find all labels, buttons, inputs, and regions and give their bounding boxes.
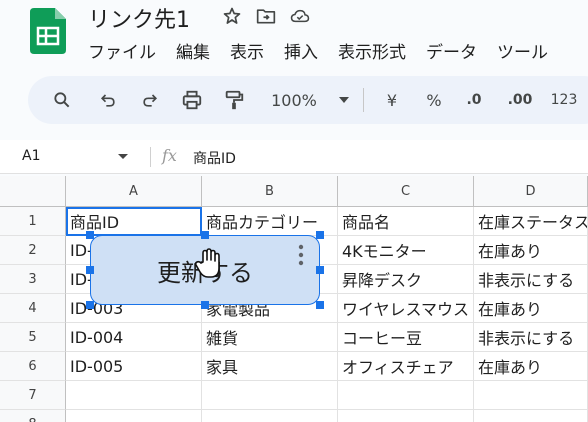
search-menus-icon[interactable]	[48, 76, 76, 124]
cell-a7[interactable]	[66, 381, 202, 410]
select-all-corner[interactable]	[0, 176, 66, 207]
row-header-1[interactable]: 1	[0, 207, 66, 236]
row-header-3[interactable]: 3	[0, 265, 66, 294]
cell-b6[interactable]: 家具	[202, 352, 338, 381]
name-box-dropdown-icon[interactable]	[118, 154, 128, 159]
resize-handle-w[interactable]	[86, 266, 94, 274]
row-header-2[interactable]: 2	[0, 236, 66, 265]
hand-cursor-icon	[194, 248, 220, 278]
cell-a6[interactable]: ID-005	[66, 352, 202, 381]
cell-d1[interactable]: 在庫ステータス	[474, 207, 588, 236]
menu-file[interactable]: ファイル	[88, 38, 156, 63]
row-header-6[interactable]: 6	[0, 352, 66, 381]
cell-d5[interactable]: 非表示にする	[474, 323, 588, 352]
cell-c8[interactable]	[338, 410, 474, 422]
move-to-folder-icon[interactable]	[256, 6, 276, 26]
undo-icon[interactable]	[94, 76, 122, 124]
resize-handle-nw[interactable]	[86, 231, 94, 239]
row-header-7[interactable]: 7	[0, 381, 66, 410]
number-format-button[interactable]: 123	[548, 76, 580, 124]
column-header-d[interactable]: D	[474, 176, 588, 207]
menu-view[interactable]: 表示	[230, 38, 264, 63]
menu-format[interactable]: 表示形式	[338, 38, 406, 63]
zoom-dropdown-icon[interactable]	[336, 76, 352, 124]
drawing-options-icon[interactable]	[298, 244, 304, 266]
cell-d3[interactable]: 非表示にする	[474, 265, 588, 294]
zoom-select[interactable]: 100%	[266, 76, 322, 124]
formula-bar: A1 fx 商品ID	[0, 140, 588, 174]
decrease-decimal-button[interactable]: .0	[458, 76, 490, 124]
column-header-c[interactable]: C	[338, 176, 474, 207]
cell-c3[interactable]: 昇降デスク	[338, 265, 474, 294]
cloud-status-icon[interactable]	[290, 6, 310, 26]
resize-handle-n[interactable]	[201, 231, 209, 239]
cell-a8[interactable]	[66, 410, 202, 422]
resize-handle-s[interactable]	[201, 301, 209, 309]
cell-d2[interactable]: 在庫あり	[474, 236, 588, 265]
formula-input[interactable]: 商品ID	[193, 148, 236, 168]
redo-icon[interactable]	[136, 76, 164, 124]
resize-handle-e[interactable]	[316, 266, 324, 274]
cell-c5[interactable]: コーヒー豆	[338, 323, 474, 352]
cell-d7[interactable]	[474, 381, 588, 410]
menu-insert[interactable]: 挿入	[284, 38, 318, 63]
resize-handle-ne[interactable]	[316, 231, 324, 239]
cell-c6[interactable]: オフィスチェア	[338, 352, 474, 381]
function-icon: fx	[162, 146, 177, 165]
cell-c1[interactable]: 商品名	[338, 207, 474, 236]
toolbar: 100% ¥ % .0 .00 123	[28, 76, 588, 124]
print-icon[interactable]	[178, 76, 206, 124]
cell-d6[interactable]: 在庫あり	[474, 352, 588, 381]
document-title[interactable]: リンク先1	[88, 2, 190, 34]
cell-b8[interactable]	[202, 410, 338, 422]
cell-c4[interactable]: ワイヤレスマウス	[338, 294, 474, 323]
cell-d4[interactable]: 在庫あり	[474, 294, 588, 323]
paint-format-icon[interactable]	[220, 76, 248, 124]
cell-b5[interactable]: 雑貨	[202, 323, 338, 352]
percent-format-button[interactable]: %	[422, 76, 446, 124]
column-header-a[interactable]: A	[66, 176, 202, 207]
menu-tools[interactable]: ツール	[497, 38, 548, 63]
cell-d8[interactable]	[474, 410, 588, 422]
cell-a5[interactable]: ID-004	[66, 323, 202, 352]
menu-edit[interactable]: 編集	[176, 38, 210, 63]
resize-handle-se[interactable]	[316, 301, 324, 309]
menu-bar: ファイル 編集 表示 挿入 表示形式 データ ツール	[88, 38, 548, 63]
menu-data[interactable]: データ	[426, 38, 477, 63]
cell-c2[interactable]: 4Kモニター	[338, 236, 474, 265]
star-icon[interactable]	[222, 6, 242, 26]
name-box[interactable]: A1	[22, 148, 40, 164]
app-header: リンク先1 ファイル 編集 表示 挿入 表示形式 データ ツール	[0, 0, 588, 72]
sheets-logo-icon[interactable]	[30, 8, 66, 54]
resize-handle-sw[interactable]	[86, 301, 94, 309]
currency-format-button[interactable]: ¥	[380, 76, 404, 124]
column-header-b[interactable]: B	[202, 176, 338, 207]
cell-b7[interactable]	[202, 381, 338, 410]
row-header-8[interactable]: 8	[0, 410, 66, 422]
row-header-5[interactable]: 5	[0, 323, 66, 352]
increase-decimal-button[interactable]: .00	[500, 76, 540, 124]
row-header-4[interactable]: 4	[0, 294, 66, 323]
cell-c7[interactable]	[338, 381, 474, 410]
